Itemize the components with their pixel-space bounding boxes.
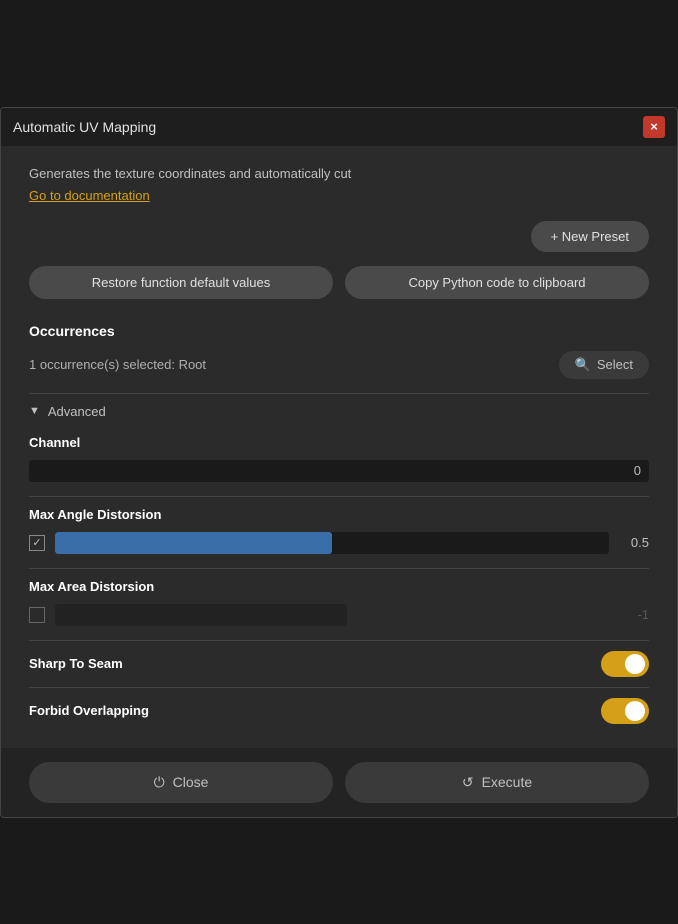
power-icon: ⏻: [154, 774, 165, 791]
copy-python-button[interactable]: Copy Python code to clipboard: [345, 266, 649, 299]
divider-occurrences: [29, 393, 649, 394]
max-angle-row: ✓ 0.5: [29, 532, 649, 554]
select-button[interactable]: 🔍 Select: [559, 351, 649, 379]
window-close-button[interactable]: ×: [643, 116, 665, 138]
search-icon: 🔍: [575, 357, 591, 373]
advanced-label: Advanced: [48, 404, 106, 419]
main-window: Automatic UV Mapping × Generates the tex…: [0, 107, 678, 818]
forbid-overlapping-knob: [625, 701, 645, 721]
sharp-to-seam-toggle[interactable]: [601, 651, 649, 677]
divider-channel: [29, 496, 649, 497]
max-area-slider: [55, 604, 347, 626]
preset-row: + New Preset: [29, 221, 649, 252]
max-area-row: -1: [29, 604, 649, 626]
channel-value: 0: [634, 463, 641, 478]
forbid-overlapping-toggle[interactable]: [601, 698, 649, 724]
new-preset-button[interactable]: + New Preset: [531, 221, 649, 252]
advanced-row[interactable]: ▼ Advanced: [29, 404, 649, 419]
forbid-overlapping-label: Forbid Overlapping: [29, 703, 149, 718]
divider-max-angle: [29, 568, 649, 569]
sharp-to-seam-row: Sharp To Seam: [29, 651, 649, 677]
window-title: Automatic UV Mapping: [13, 119, 156, 135]
max-area-checkbox[interactable]: [29, 607, 45, 623]
title-bar: Automatic UV Mapping ×: [1, 108, 677, 146]
doc-link[interactable]: Go to documentation: [29, 188, 150, 203]
max-area-value: -1: [357, 607, 649, 622]
sharp-to-seam-label: Sharp To Seam: [29, 656, 123, 671]
channel-label: Channel: [29, 435, 649, 450]
channel-slider[interactable]: 0: [29, 460, 649, 482]
max-angle-slider[interactable]: [55, 532, 609, 554]
max-area-param: Max Area Distorsion -1: [29, 579, 649, 626]
action-row: Restore function default values Copy Pyt…: [29, 266, 649, 299]
restore-defaults-button[interactable]: Restore function default values: [29, 266, 333, 299]
sharp-to-seam-knob: [625, 654, 645, 674]
max-angle-value: 0.5: [619, 535, 649, 550]
execute-label: Execute: [482, 774, 533, 790]
max-angle-checkbox[interactable]: ✓: [29, 535, 45, 551]
execute-button[interactable]: ↺ Execute: [345, 762, 649, 803]
forbid-overlapping-row: Forbid Overlapping: [29, 698, 649, 724]
occurrences-row: 1 occurrence(s) selected: Root 🔍 Select: [29, 351, 649, 379]
close-label: Close: [173, 774, 209, 790]
max-angle-param: Max Angle Distorsion ✓ 0.5: [29, 507, 649, 554]
max-angle-label: Max Angle Distorsion: [29, 507, 649, 522]
occurrences-section-label: Occurrences: [29, 323, 649, 339]
close-button[interactable]: ⏻ Close: [29, 762, 333, 803]
max-area-label: Max Area Distorsion: [29, 579, 649, 594]
max-angle-fill: [55, 532, 332, 554]
channel-param: Channel 0: [29, 435, 649, 482]
select-label: Select: [597, 357, 633, 372]
check-icon: ✓: [32, 536, 41, 549]
footer: ⏻ Close ↺ Execute: [1, 748, 677, 817]
divider-sharp: [29, 687, 649, 688]
description-text: Generates the texture coordinates and au…: [29, 166, 649, 181]
refresh-icon: ↺: [462, 774, 474, 791]
content-area: Generates the texture coordinates and au…: [1, 146, 677, 748]
chevron-down-icon: ▼: [29, 405, 40, 417]
divider-max-area: [29, 640, 649, 641]
occurrences-text: 1 occurrence(s) selected: Root: [29, 357, 206, 372]
